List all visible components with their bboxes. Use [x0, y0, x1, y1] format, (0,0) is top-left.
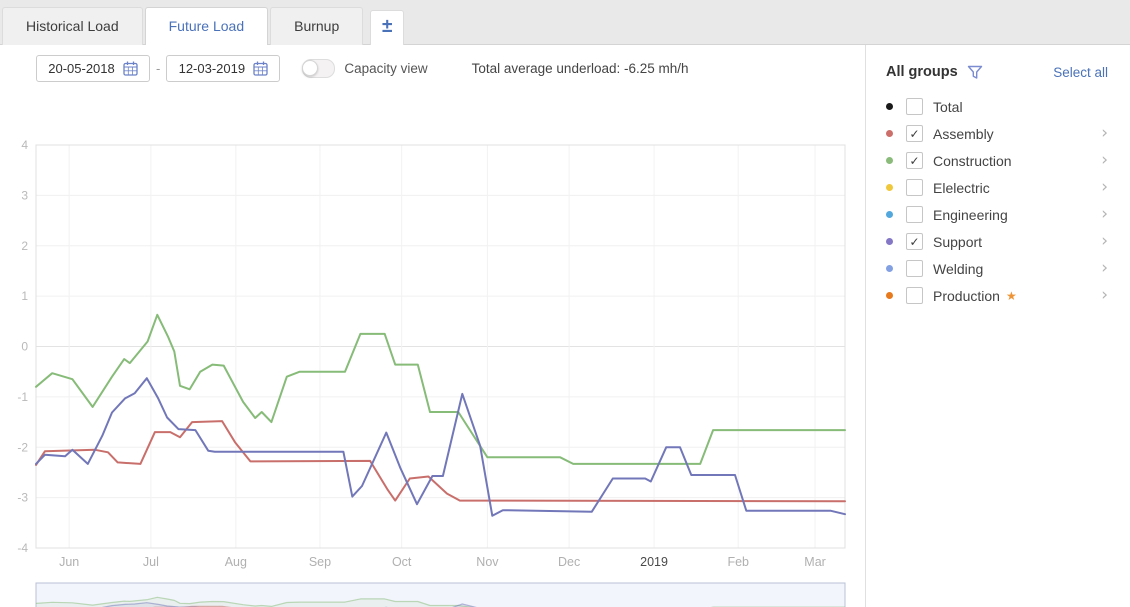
group-row-total[interactable]: Total: [886, 93, 1108, 120]
svg-text:0: 0: [21, 340, 28, 354]
capacity-view-label: Capacity view: [344, 61, 427, 76]
svg-text:Oct: Oct: [392, 555, 412, 569]
date-to-input[interactable]: 12-03-2019: [166, 55, 280, 82]
chevron-right-icon[interactable]: ›: [1101, 233, 1108, 250]
svg-text:Mar: Mar: [804, 555, 826, 569]
group-checkbox-assembly[interactable]: ✓: [906, 125, 923, 142]
group-label: Production: [933, 288, 1000, 304]
chart-panel: 20-05-2018 - 12-03-2019: [0, 45, 866, 607]
group-list: Total ✓ Assembly › ✓ Construction › Elelectric ›…: [886, 93, 1108, 309]
group-color-dot: [886, 130, 893, 137]
svg-text:-2: -2: [17, 440, 28, 454]
tab-list: Historical LoadFuture LoadBurnup: [2, 7, 365, 44]
svg-text:Aug: Aug: [225, 555, 247, 569]
svg-text:3: 3: [21, 188, 28, 202]
tab-historical-load[interactable]: Historical Load: [2, 7, 143, 45]
group-checkbox-welding[interactable]: [906, 260, 923, 277]
group-label: Total: [933, 99, 963, 115]
series-line-assembly: [36, 421, 845, 501]
group-row-construction[interactable]: ✓ Construction ›: [886, 147, 1108, 174]
svg-text:Feb: Feb: [727, 555, 749, 569]
group-label: Engineering: [933, 207, 1008, 223]
date-to-value: 12-03-2019: [179, 61, 246, 76]
tab-future-load[interactable]: Future Load: [145, 7, 269, 45]
group-row-production[interactable]: Production ★ ›: [886, 282, 1108, 309]
chevron-right-icon[interactable]: ›: [1101, 287, 1108, 304]
svg-text:-1: -1: [17, 390, 28, 404]
select-all-link[interactable]: Select all: [1053, 65, 1108, 80]
main-chart: 4 3 2 1 0 -1 -2 -3 -4 Jun Jul Aug Sep Oct Nov Dec 2019 Fe…: [0, 135, 866, 573]
chevron-right-icon[interactable]: ›: [1101, 260, 1108, 277]
groups-sidebar: All groups Select all Total ✓ Assembly › ✓ Co…: [867, 45, 1130, 607]
group-row-support[interactable]: ✓ Support ›: [886, 228, 1108, 255]
chevron-right-icon[interactable]: ›: [1101, 206, 1108, 223]
group-checkbox-production[interactable]: [906, 287, 923, 304]
tab-burnup[interactable]: Burnup: [270, 7, 363, 45]
group-label: Elelectric: [933, 180, 990, 196]
toggle-knob: [302, 60, 318, 76]
group-label: Support: [933, 234, 982, 250]
star-icon: ★: [1006, 289, 1017, 303]
chevron-right-icon[interactable]: ›: [1101, 125, 1108, 142]
tab-bar: Historical LoadFuture LoadBurnup ±: [0, 0, 1130, 45]
group-color-dot: [886, 211, 893, 218]
date-range-separator: -: [156, 61, 160, 76]
group-color-dot: [886, 184, 893, 191]
svg-text:2019: 2019: [640, 555, 668, 569]
svg-text:Jun: Jun: [59, 555, 79, 569]
group-color-dot: [886, 265, 893, 272]
group-checkbox-support[interactable]: ✓: [906, 233, 923, 250]
group-color-dot: [886, 157, 893, 164]
group-row-engineering[interactable]: Engineering ›: [886, 201, 1108, 228]
calendar-icon: [123, 61, 138, 76]
group-color-dot: [886, 103, 893, 110]
sidebar-header: All groups Select all: [886, 60, 1108, 84]
group-checkbox-total[interactable]: [906, 98, 923, 115]
sidebar-title: All groups: [886, 64, 958, 80]
date-from-input[interactable]: 20-05-2018: [36, 55, 150, 82]
svg-text:4: 4: [21, 138, 28, 152]
capacity-view-toggle[interactable]: [302, 59, 335, 78]
svg-text:Dec: Dec: [558, 555, 580, 569]
group-label: Assembly: [933, 126, 994, 142]
chevron-right-icon[interactable]: ›: [1101, 179, 1108, 196]
average-underload-summary: Total average underload: -6.25 mh/h: [472, 61, 689, 76]
svg-text:-4: -4: [17, 541, 28, 555]
group-checkbox-engineering[interactable]: [906, 206, 923, 223]
group-row-elelectric[interactable]: Elelectric ›: [886, 174, 1108, 201]
chart-toolbar: 20-05-2018 - 12-03-2019: [36, 54, 859, 83]
group-label: Construction: [933, 153, 1012, 169]
svg-text:Sep: Sep: [309, 555, 331, 569]
group-row-assembly[interactable]: ✓ Assembly ›: [886, 120, 1108, 147]
group-row-welding[interactable]: Welding ›: [886, 255, 1108, 282]
group-color-dot: [886, 292, 893, 299]
svg-text:-3: -3: [17, 491, 28, 505]
group-checkbox-elelectric[interactable]: [906, 179, 923, 196]
svg-text:Nov: Nov: [476, 555, 499, 569]
calendar-icon: [253, 61, 268, 76]
svg-text:2: 2: [21, 239, 28, 253]
future-load-app: Historical LoadFuture LoadBurnup ± 20-05…: [0, 0, 1130, 607]
group-color-dot: [886, 238, 893, 245]
chart-navigator[interactable]: JunJulAugSepOctNovDec2019FebMar: [0, 579, 866, 607]
date-from-value: 20-05-2018: [48, 61, 115, 76]
add-tab-button[interactable]: ±: [370, 10, 404, 45]
chevron-right-icon[interactable]: ›: [1101, 152, 1108, 169]
series-line-construction: [36, 315, 845, 464]
group-checkbox-construction[interactable]: ✓: [906, 152, 923, 169]
svg-text:Jul: Jul: [143, 555, 159, 569]
svg-text:1: 1: [21, 289, 28, 303]
funnel-icon[interactable]: [967, 65, 983, 80]
group-label: Welding: [933, 261, 983, 277]
content-area: 20-05-2018 - 12-03-2019: [0, 45, 1130, 607]
